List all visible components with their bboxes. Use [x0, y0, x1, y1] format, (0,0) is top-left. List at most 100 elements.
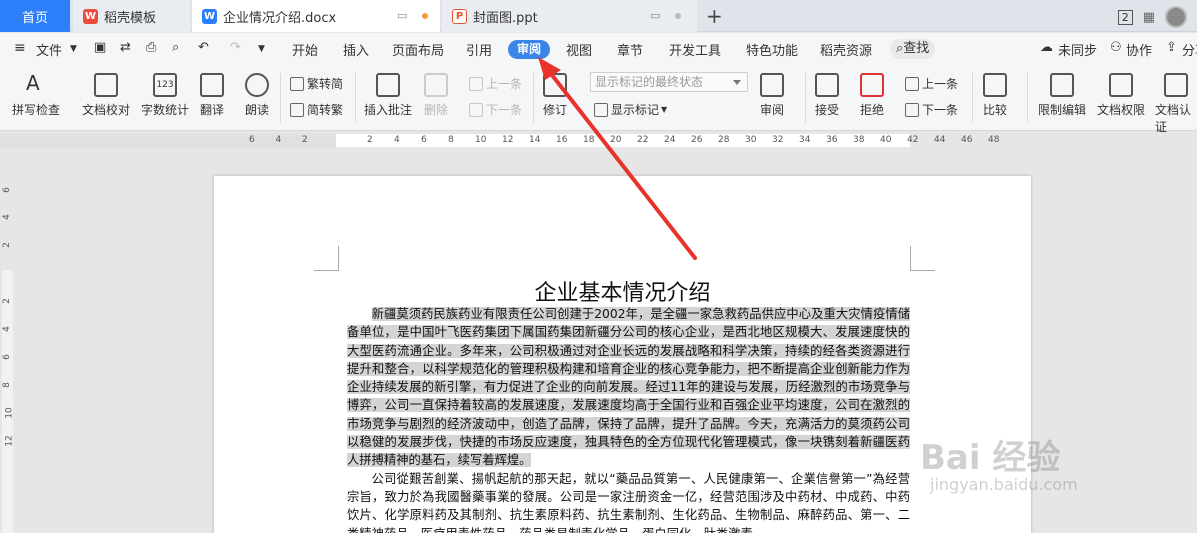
tab-features[interactable]: 特色功能 — [746, 40, 798, 59]
simp-to-trad-button[interactable]: 简转繁 — [290, 101, 343, 118]
tab-reference[interactable]: 引用 — [466, 40, 492, 59]
ruler-tick-label: 12 — [4, 435, 15, 447]
doc-cert-button[interactable]: 文档认证 — [1155, 73, 1197, 135]
new-tab-plus-icon[interactable]: + — [706, 4, 723, 28]
translate-label: 翻译 — [200, 103, 225, 117]
save-icon[interactable]: ▣ — [94, 40, 106, 55]
tab-template[interactable]: W 稻壳模板 — [73, 0, 190, 32]
share-doc-icon[interactable]: ⇄ — [120, 40, 131, 55]
review-pane-button[interactable]: 审阅 — [760, 73, 784, 118]
cloud-icon[interactable]: ☁ — [1040, 40, 1053, 55]
review-pane-label: 审阅 — [760, 103, 785, 117]
tab-section[interactable]: 章节 — [617, 40, 643, 59]
translate-button[interactable]: 翻译 — [200, 73, 224, 118]
tab-developer[interactable]: 开发工具 — [669, 40, 721, 59]
spell-check-button[interactable]: A 拼写检查 — [12, 71, 60, 118]
search-box[interactable]: ⌕查找 — [890, 39, 936, 59]
read-aloud-button[interactable]: 朗读 — [245, 73, 269, 118]
chevron-down-icon[interactable]: ▼ — [70, 44, 77, 54]
insert-comment-button[interactable]: 插入批注 — [364, 73, 412, 118]
tab-insert[interactable]: 插入 — [343, 40, 369, 59]
word-count-button[interactable]: 123 字数统计 — [141, 73, 189, 118]
trad-to-simp-icon — [290, 76, 304, 91]
compare-icon — [983, 73, 1007, 97]
ribbon-divider — [355, 73, 356, 123]
selected-text[interactable]: 新疆莫须药民族药业有限责任公司创建于2002年，是全疆一家急救药品供应中心及重大… — [347, 307, 910, 468]
tab-template-label: 稻壳模板 — [104, 10, 157, 26]
revise-button[interactable]: 修订 — [543, 73, 567, 118]
review-pane-icon — [760, 73, 784, 97]
ruler-tick-label: 2 — [302, 135, 308, 145]
show-markup-button[interactable]: 显示标记 ▼ — [594, 101, 667, 118]
monitor-icon[interactable]: ▭ — [397, 9, 407, 22]
horizontal-ruler[interactable]: 6 4 2 2 4 6 8 10 12 14 16 18 20 22 24 26 28 30 32 34 36 38 40 4… — [0, 132, 1197, 149]
file-menu[interactable]: 文件 — [36, 40, 62, 59]
crop-mark — [314, 246, 339, 271]
ppt-doc-icon: P — [452, 8, 467, 24]
prev-comment-button[interactable]: 上一条 — [469, 75, 522, 92]
doc-rights-label: 文档权限 — [1097, 103, 1146, 117]
tab-review[interactable]: 审阅 — [508, 40, 550, 59]
vertical-ruler[interactable]: 6 4 2 2 4 6 8 10 12 — [0, 150, 15, 533]
share-icon[interactable]: ⇪ — [1166, 40, 1177, 55]
tab-presentation[interactable]: P 封面图.ppt ▭ — [442, 0, 697, 32]
trad-to-simp-button[interactable]: 繁转简 — [290, 75, 343, 92]
tab-document[interactable]: W 企业情况介绍.docx ▭ — [192, 0, 440, 32]
restrict-edit-icon — [1050, 73, 1074, 97]
monitor-icon[interactable]: ▭ — [650, 9, 660, 22]
avatar[interactable] — [1165, 6, 1187, 28]
wps-logo-icon: W — [83, 8, 98, 24]
tab-page-layout[interactable]: 页面布局 — [392, 40, 444, 59]
restrict-edit-button[interactable]: 限制编辑 — [1038, 73, 1086, 118]
window-count-badge[interactable]: 2 — [1117, 9, 1133, 25]
ruler-tick-label: 42 — [907, 135, 919, 145]
ruler-tick-label: 2 — [1, 242, 12, 248]
doc-proof-label: 文档校对 — [82, 103, 131, 117]
ruler-tick-label: 4 — [394, 135, 400, 145]
sync-status[interactable]: 未同步 — [1058, 40, 1097, 59]
doc-rights-button[interactable]: 文档权限 — [1097, 73, 1145, 118]
delete-comment-button[interactable]: 删除 — [424, 73, 448, 118]
reject-button[interactable]: 拒绝 — [860, 73, 884, 118]
print-icon[interactable]: ⎙ — [146, 40, 156, 55]
ruler-tick-label: 40 — [880, 135, 892, 145]
paragraph[interactable]: 公司從艱苦創業、揚帆起航的那天起，就以“藥品品質第一、人民健康第一、企業信譽第一… — [347, 470, 910, 533]
undo-icon[interactable]: ↶ — [198, 40, 209, 55]
redo-icon[interactable]: ↷ — [230, 40, 241, 55]
tab-start[interactable]: 开始 — [292, 40, 318, 59]
compare-button[interactable]: 比较 — [983, 73, 1007, 118]
print-preview-icon[interactable]: ⌕ — [172, 40, 179, 55]
tab-home[interactable]: 首页 — [0, 0, 70, 32]
collab-icon[interactable]: ⚇ — [1110, 40, 1122, 55]
paragraph-selected[interactable]: 新疆莫须药民族药业有限责任公司创建于2002年，是全疆一家急救药品供应中心及重大… — [347, 305, 910, 470]
next-comment-icon — [469, 102, 483, 117]
next-comment-label: 下一条 — [486, 103, 523, 117]
ruler-tick-label: 22 — [637, 135, 649, 145]
ruler-tick-label: 28 — [718, 135, 730, 145]
accept-label: 接受 — [815, 103, 840, 117]
next-change-button[interactable]: 下一条 — [905, 101, 958, 118]
document-page[interactable]: 企业基本情况介绍 新疆莫须药民族药业有限责任公司创建于2002年，是全疆一家急救… — [214, 176, 1031, 533]
document-title[interactable]: 企业基本情况介绍 — [214, 275, 1031, 307]
tab-resources[interactable]: 稻壳资源 — [820, 40, 872, 59]
tab-bar: 首页 W 稻壳模板 W 企业情况介绍.docx ▭ P 封面图.ppt ▭ + … — [0, 0, 1197, 32]
grid-icon[interactable]: ▦ — [1143, 10, 1155, 25]
tab-view[interactable]: 视图 — [566, 40, 592, 59]
document-body[interactable]: 新疆莫须药民族药业有限责任公司创建于2002年，是全疆一家急救药品供应中心及重大… — [347, 305, 910, 533]
quick-access-dropdown-icon[interactable]: ▼ — [258, 44, 265, 54]
next-change-icon — [905, 102, 919, 117]
ruler-tick-label: 4 — [1, 326, 12, 332]
ruler-active-area — [2, 270, 13, 533]
hamburger-icon[interactable]: ≡ — [14, 40, 26, 56]
mark-state-dropdown[interactable]: 显示标记的最终状态 — [590, 72, 748, 92]
prev-change-button[interactable]: 上一条 — [905, 75, 958, 92]
doc-cert-icon — [1164, 73, 1188, 97]
share-button[interactable]: 分享 — [1182, 40, 1197, 59]
accept-button[interactable]: 接受 — [815, 73, 839, 118]
next-comment-button[interactable]: 下一条 — [469, 101, 522, 118]
doc-proof-button[interactable]: 文档校对 — [82, 73, 130, 118]
collab-button[interactable]: 协作 — [1126, 40, 1152, 59]
show-markup-icon — [594, 102, 608, 117]
translate-icon — [200, 73, 224, 97]
revise-label: 修订 — [543, 103, 568, 117]
